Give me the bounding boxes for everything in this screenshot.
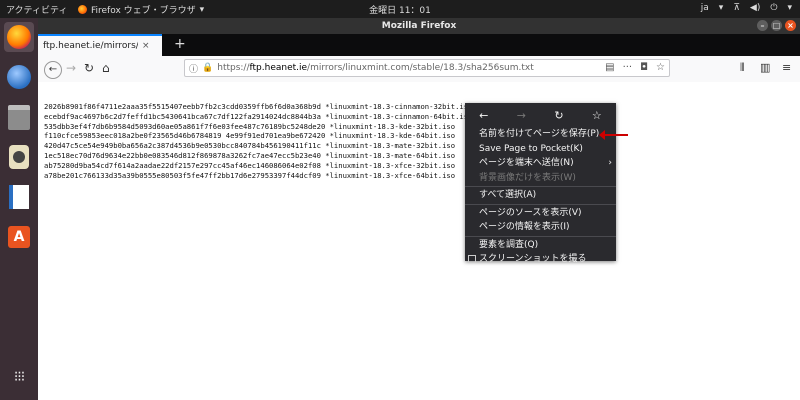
menu-item-save-page[interactable]: 名前を付けてページを保存(P)...: [465, 127, 616, 142]
hamburger-icon: ≡: [782, 61, 792, 74]
checksum-list: 2026b8901f86f4711e2aaa35f5515407eebb7fb2…: [44, 102, 472, 180]
network-icon: ⊼: [733, 3, 740, 13]
firefox-icon: [7, 25, 31, 49]
library-icon: ⫴: [740, 61, 745, 74]
menu-item-select-all[interactable]: すべて選択(A): [465, 188, 616, 203]
menu-item-page-info[interactable]: ページの情報を表示(I): [465, 220, 616, 235]
info-icon[interactable]: ⓘ: [189, 62, 198, 75]
checksum-line: ecebdf9ac4697b6c2d7feffd1bc5430641bca67c…: [44, 111, 473, 121]
window-title: Mozilla Firefox: [381, 21, 457, 31]
tab-close-button[interactable]: ×: [142, 41, 150, 51]
lock-icon: 🔒: [202, 63, 214, 73]
language-indicator[interactable]: ja: [701, 3, 709, 13]
chevron-down-icon: ▾: [718, 3, 724, 13]
tab-strip: ftp.heanet.ie/mirrors/linux × +: [38, 34, 800, 56]
menu-separator: [465, 235, 616, 237]
checksum-line: 535dbb3ef4f7db6b9584d5093d60ae05a861f7f6…: [44, 121, 456, 131]
screenshot-icon: [468, 255, 476, 263]
dock-files[interactable]: [4, 102, 34, 132]
dock-libreoffice-writer[interactable]: [4, 182, 34, 212]
navigation-toolbar: ← → ↻ ⌂ ⓘ 🔒 https://ftp.heanet.ie/mirror…: [38, 56, 800, 83]
power-icon: ⏻: [770, 3, 778, 13]
dock-firefox[interactable]: [4, 22, 34, 52]
checksum-line: 420d47c5ce54e949b0ba656a2c387d4536b9e053…: [44, 141, 456, 151]
maximize-button[interactable]: □: [771, 20, 782, 31]
back-button[interactable]: ←: [44, 61, 62, 79]
minimize-button[interactable]: –: [757, 20, 768, 31]
firefox-window: Mozilla Firefox – □ × ftp.heanet.ie/mirr…: [38, 18, 800, 400]
app-grid-icon: ⁝⁝⁝: [13, 369, 25, 385]
new-tab-button[interactable]: +: [174, 36, 186, 52]
menu-item-view-source[interactable]: ページのソースを表示(V): [465, 206, 616, 221]
context-nav-row: ← → ↻ ☆: [465, 103, 616, 127]
sidebar-icon: ▥: [760, 61, 771, 74]
volume-icon: ◀): [749, 3, 761, 13]
tab-title: ftp.heanet.ie/mirrors/linux: [43, 41, 138, 51]
pocket-icon[interactable]: ◘: [640, 62, 648, 73]
checksum-line: 2026b8901f86f4711e2aaa35f5515407eebb7fb2…: [44, 102, 473, 111]
ctx-reload-icon[interactable]: ↻: [554, 109, 563, 122]
page-content: 2026b8901f86f4711e2aaa35f5515407eebb7fb2…: [38, 82, 800, 400]
forward-button[interactable]: →: [66, 61, 76, 75]
chevron-down-icon: ▾: [787, 3, 792, 13]
checksum-line: ab75280d9ba54cd7f614a2aadae22df2157e297c…: [44, 160, 456, 170]
window-titlebar: Mozilla Firefox – □ ×: [38, 18, 800, 34]
clock[interactable]: 金曜日 11：01: [0, 3, 800, 16]
home-icon: ⌂: [102, 61, 110, 75]
ctx-back-icon[interactable]: ←: [479, 109, 488, 122]
library-button[interactable]: ⫴: [740, 61, 745, 75]
software-center-icon: A: [8, 226, 30, 248]
sidebar-button[interactable]: ▥: [760, 61, 770, 74]
home-button[interactable]: ⌂: [102, 61, 110, 75]
launcher-dock: A ⁝⁝⁝: [0, 18, 38, 400]
url-text[interactable]: https://ftp.heanet.ie/mirrors/linuxmint.…: [217, 63, 534, 73]
dock-software-center[interactable]: A: [4, 222, 34, 252]
menu-button[interactable]: ≡: [782, 61, 791, 74]
reader-view-icon[interactable]: ▤: [605, 62, 614, 73]
menu-item-inspect-element[interactable]: 要素を調査(Q): [465, 238, 616, 253]
page-actions-button[interactable]: ···: [623, 62, 633, 73]
close-window-button[interactable]: ×: [785, 20, 796, 31]
checksum-line: 1ec518ec70d76d9634e22bb0e083546d812f8698…: [44, 150, 456, 160]
dock-thunderbird[interactable]: [4, 62, 34, 92]
checksum-line: a78be201c766133d35a39b0555e80503f5fe47ff…: [44, 170, 456, 180]
top-panel: アクティビティ Firefox ウェブ・ブラウザ ▾ 金曜日 11：01 ja …: [0, 0, 800, 18]
tab-sha256sum[interactable]: ftp.heanet.ie/mirrors/linux ×: [38, 34, 162, 56]
writer-icon: [9, 185, 29, 209]
context-menu: ← → ↻ ☆ 名前を付けてページを保存(P)... Save Page to …: [465, 103, 616, 264]
menu-item-take-screenshot[interactable]: スクリーンショットを撮る: [465, 252, 616, 267]
menu-item-send-to-device[interactable]: ページを端末へ送信(N) ›: [465, 156, 616, 171]
menu-item-save-to-pocket[interactable]: Save Page to Pocket(K): [465, 142, 616, 157]
annotation-arrow: [599, 130, 628, 140]
bookmark-star-icon[interactable]: ☆: [656, 62, 665, 73]
reload-icon: ↻: [84, 61, 95, 75]
thunderbird-icon: [7, 65, 31, 89]
ctx-forward-icon[interactable]: →: [517, 109, 526, 122]
system-tray[interactable]: ja ▾ ⊼ ◀) ⏻ ▾: [701, 3, 792, 13]
show-applications-button[interactable]: ⁝⁝⁝: [4, 362, 34, 392]
dock-rhythmbox[interactable]: [4, 142, 34, 172]
submenu-arrow-icon: ›: [608, 158, 612, 168]
url-bar[interactable]: ⓘ 🔒 https://ftp.heanet.ie/mirrors/linuxm…: [184, 59, 670, 77]
menu-separator: [465, 186, 616, 187]
menu-item-view-background: 背景画像だけを表示(W): [479, 172, 576, 183]
ctx-bookmark-star-icon[interactable]: ☆: [592, 109, 602, 122]
back-arrow-icon: ←: [44, 61, 62, 79]
checksum-line: f110cfce59853eec018a2be0f23565d46b678481…: [44, 131, 456, 141]
reload-button[interactable]: ↻: [84, 61, 94, 75]
menu-separator: [465, 203, 616, 205]
rhythmbox-icon: [9, 145, 29, 169]
forward-arrow-icon: →: [66, 61, 77, 75]
files-icon: [8, 104, 30, 130]
